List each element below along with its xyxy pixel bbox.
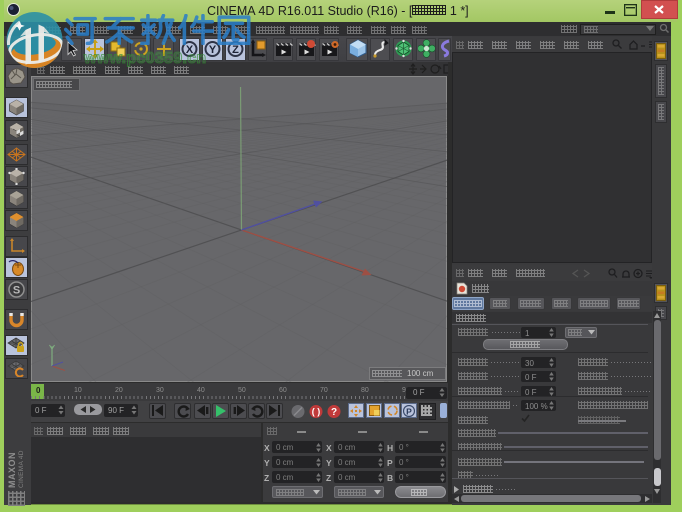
svg-text:Z: Z [232, 44, 239, 56]
svg-text:( ): ( ) [312, 406, 321, 416]
svg-text:?: ? [331, 407, 337, 418]
svg-text:P: P [406, 406, 412, 416]
svg-text:S: S [13, 285, 20, 297]
svg-text:www.pc0359.cn: www.pc0359.cn [83, 50, 206, 67]
